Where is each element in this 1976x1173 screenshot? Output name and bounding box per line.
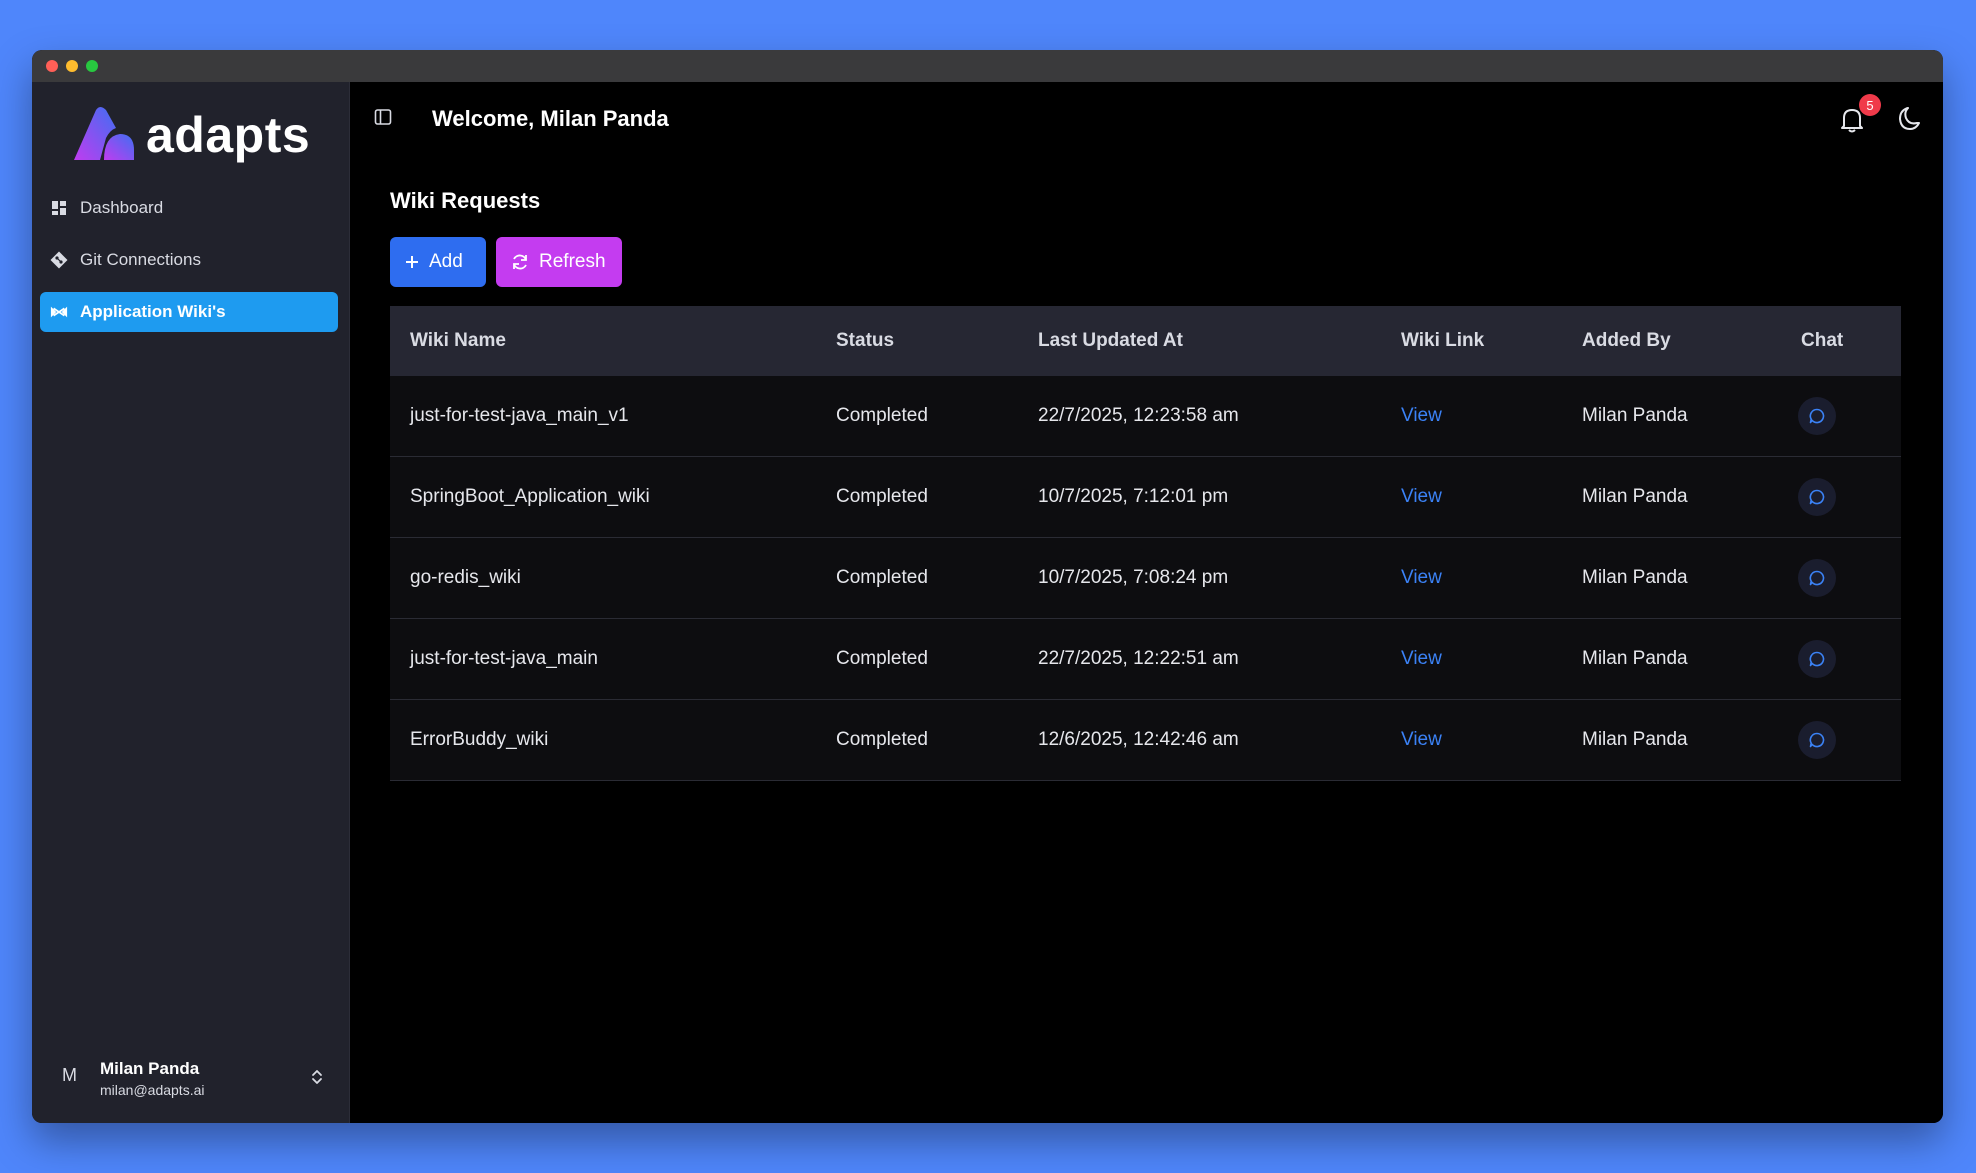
refresh-button[interactable]: Refresh <box>496 237 622 287</box>
sidebar-item-git-connections[interactable]: Git Connections <box>40 240 338 280</box>
chat-bubble-icon <box>1809 489 1825 505</box>
last-updated-cell: 12/6/2025, 12:42:46 am <box>1038 729 1239 750</box>
brand-logo[interactable]: adapts <box>70 104 330 166</box>
user-name: Milan Panda <box>100 1059 200 1078</box>
refresh-icon <box>511 253 529 271</box>
view-wiki-link[interactable]: View <box>1401 405 1442 427</box>
avatar: M <box>62 1065 77 1085</box>
chat-button[interactable] <box>1798 640 1836 678</box>
add-button-label: Add <box>429 251 463 272</box>
wiki-name-cell: just-for-test-java_main <box>410 648 598 669</box>
column-header-added-by[interactable]: Added By <box>1582 330 1671 352</box>
close-window-button[interactable] <box>46 60 58 72</box>
chat-bubble-icon <box>1809 408 1825 424</box>
sidebar: adapts Dashboard Git Connections Applica… <box>32 82 350 1123</box>
sidebar-item-application-wikis[interactable]: Application Wiki's <box>40 292 338 332</box>
wiki-name-cell: just-for-test-java_main_v1 <box>410 405 629 426</box>
wiki-icon <box>50 303 68 321</box>
wiki-name-cell: ErrorBuddy_wiki <box>410 729 549 750</box>
status-cell: Completed <box>836 648 928 669</box>
chat-button[interactable] <box>1798 478 1836 516</box>
window-titlebar <box>32 50 1943 82</box>
table-row: SpringBoot_Application_wiki Completed 10… <box>390 457 1901 538</box>
view-wiki-link[interactable]: View <box>1401 567 1442 589</box>
last-updated-cell: 10/7/2025, 7:12:01 pm <box>1038 486 1229 507</box>
column-header-status[interactable]: Status <box>836 330 894 352</box>
dashboard-icon <box>50 199 68 217</box>
table-row: just-for-test-java_main_v1 Completed 22/… <box>390 376 1901 457</box>
maximize-window-button[interactable] <box>86 60 98 72</box>
status-cell: Completed <box>836 405 928 426</box>
table-header: Wiki Name Status Last Updated At Wiki Li… <box>390 306 1901 376</box>
column-header-wiki-link[interactable]: Wiki Link <box>1401 330 1484 352</box>
user-menu[interactable]: M Milan Panda milan@adapts.ai <box>32 1033 349 1123</box>
wiki-name-cell: go-redis_wiki <box>410 567 521 588</box>
column-header-wiki-name[interactable]: Wiki Name <box>410 330 506 352</box>
view-wiki-link[interactable]: View <box>1401 648 1442 670</box>
column-header-chat[interactable]: Chat <box>1801 330 1843 352</box>
moon-icon[interactable] <box>1897 106 1923 132</box>
chevron-up-down-icon[interactable] <box>310 1067 324 1087</box>
table-row: ErrorBuddy_wiki Completed 12/6/2025, 12:… <box>390 700 1901 781</box>
minimize-window-button[interactable] <box>66 60 78 72</box>
status-cell: Completed <box>836 729 928 750</box>
refresh-button-label: Refresh <box>539 251 606 272</box>
notification-badge: 5 <box>1859 94 1881 116</box>
table-row: just-for-test-java_main Completed 22/7/2… <box>390 619 1901 700</box>
chat-bubble-icon <box>1809 732 1825 748</box>
chat-bubble-icon <box>1809 570 1825 586</box>
add-button[interactable]: Add <box>390 237 486 287</box>
chat-button[interactable] <box>1798 559 1836 597</box>
status-cell: Completed <box>836 567 928 588</box>
added-by-cell: Milan Panda <box>1582 567 1688 588</box>
wiki-name-cell: SpringBoot_Application_wiki <box>410 486 650 507</box>
view-wiki-link[interactable]: View <box>1401 486 1442 508</box>
status-cell: Completed <box>836 486 928 507</box>
chat-button[interactable] <box>1798 721 1836 759</box>
welcome-message: Welcome, Milan Panda <box>432 106 669 131</box>
last-updated-cell: 22/7/2025, 12:23:58 am <box>1038 405 1239 426</box>
chat-button[interactable] <box>1798 397 1836 435</box>
added-by-cell: Milan Panda <box>1582 405 1688 426</box>
table-row: go-redis_wiki Completed 10/7/2025, 7:08:… <box>390 538 1901 619</box>
column-header-last-updated[interactable]: Last Updated At <box>1038 330 1183 352</box>
adapts-logo-icon <box>74 107 134 160</box>
chat-bubble-icon <box>1809 651 1825 667</box>
last-updated-cell: 10/7/2025, 7:08:24 pm <box>1038 567 1229 588</box>
user-email: milan@adapts.ai <box>100 1082 205 1098</box>
brand-name: adapts <box>146 107 311 163</box>
sidebar-item-label: Application Wiki's <box>80 302 226 321</box>
added-by-cell: Milan Panda <box>1582 729 1688 750</box>
sidebar-item-dashboard[interactable]: Dashboard <box>40 188 338 228</box>
wiki-requests-table: Wiki Name Status Last Updated At Wiki Li… <box>390 306 1901 781</box>
sidebar-item-label: Git Connections <box>80 250 201 269</box>
plus-icon <box>405 255 419 269</box>
git-icon <box>50 251 68 269</box>
added-by-cell: Milan Panda <box>1582 648 1688 669</box>
page-title: Wiki Requests <box>390 188 541 213</box>
view-wiki-link[interactable]: View <box>1401 729 1442 751</box>
sidebar-toggle-icon[interactable] <box>374 108 392 126</box>
app-window: adapts Dashboard Git Connections Applica… <box>32 50 1943 1123</box>
main-content: Welcome, Milan Panda 5 Wiki Requests Add… <box>350 82 1943 1123</box>
sidebar-item-label: Dashboard <box>80 198 164 217</box>
added-by-cell: Milan Panda <box>1582 486 1688 507</box>
last-updated-cell: 22/7/2025, 12:22:51 am <box>1038 648 1239 669</box>
